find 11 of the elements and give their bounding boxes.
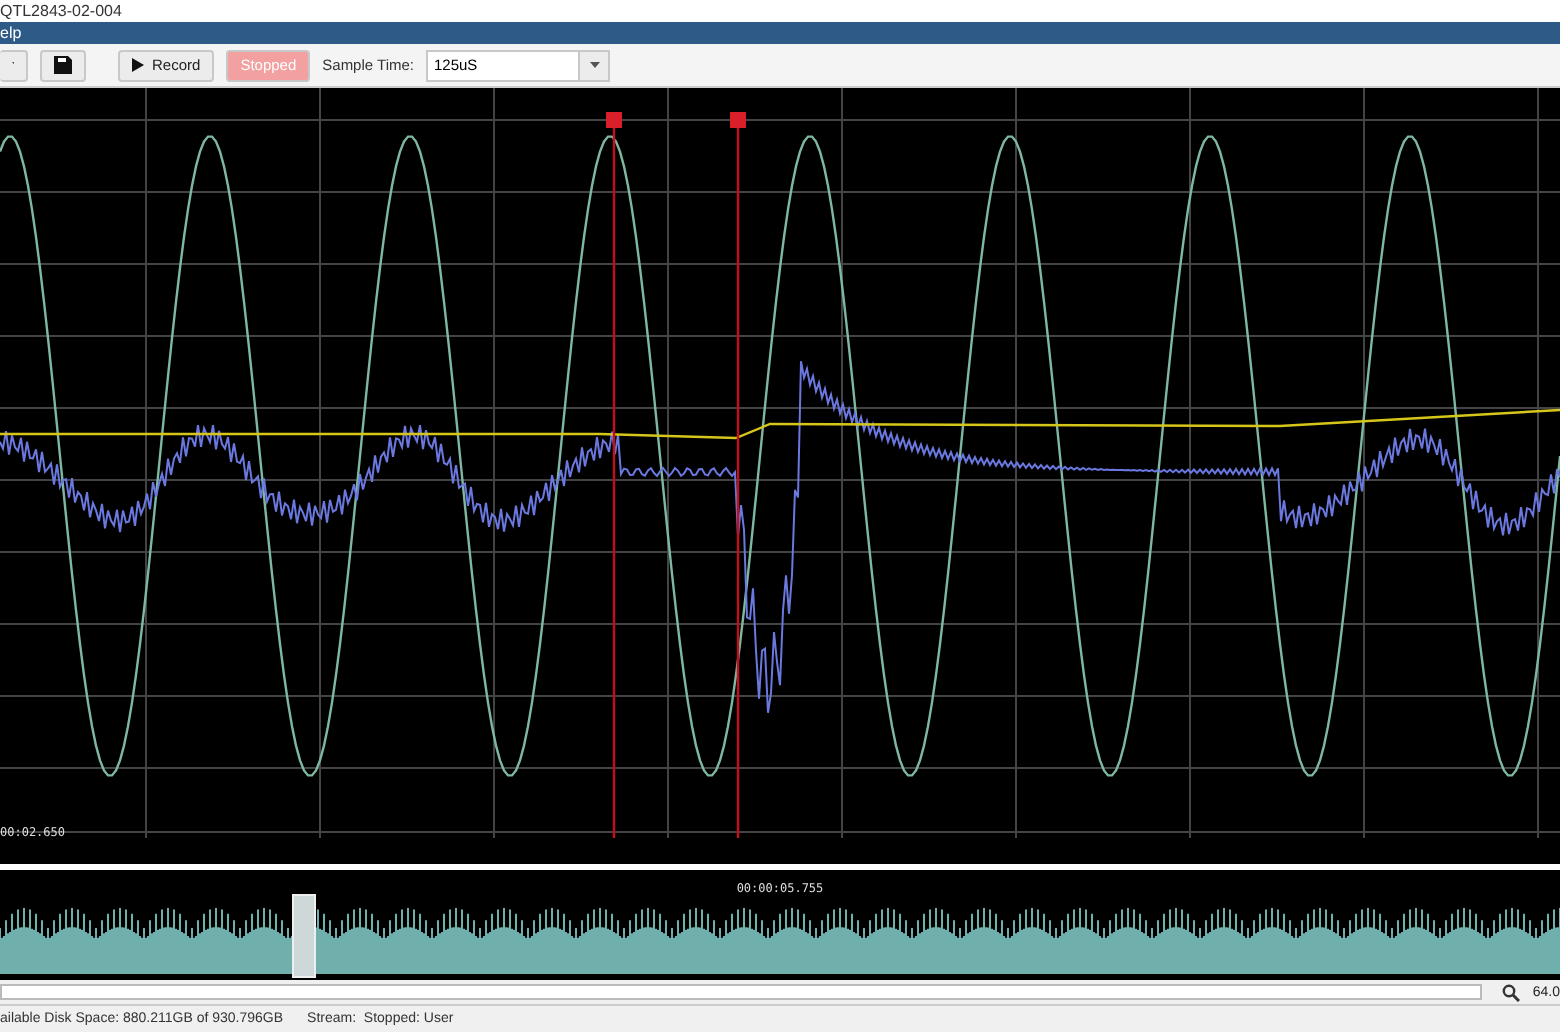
- save-icon: [54, 56, 72, 75]
- save-button[interactable]: [40, 49, 86, 82]
- caret-icon: [589, 62, 599, 69]
- window-title: QTL2843-02-004: [0, 0, 1560, 22]
- cursor-marker[interactable]: [730, 112, 746, 839]
- cursor-marker[interactable]: [606, 112, 622, 839]
- scrollbar[interactable]: [0, 984, 1483, 1001]
- range-handle[interactable]: [292, 894, 316, 979]
- menu-item[interactable]: elp: [0, 23, 22, 42]
- play-icon: [132, 58, 144, 73]
- zoom-icon[interactable]: [1502, 983, 1521, 1002]
